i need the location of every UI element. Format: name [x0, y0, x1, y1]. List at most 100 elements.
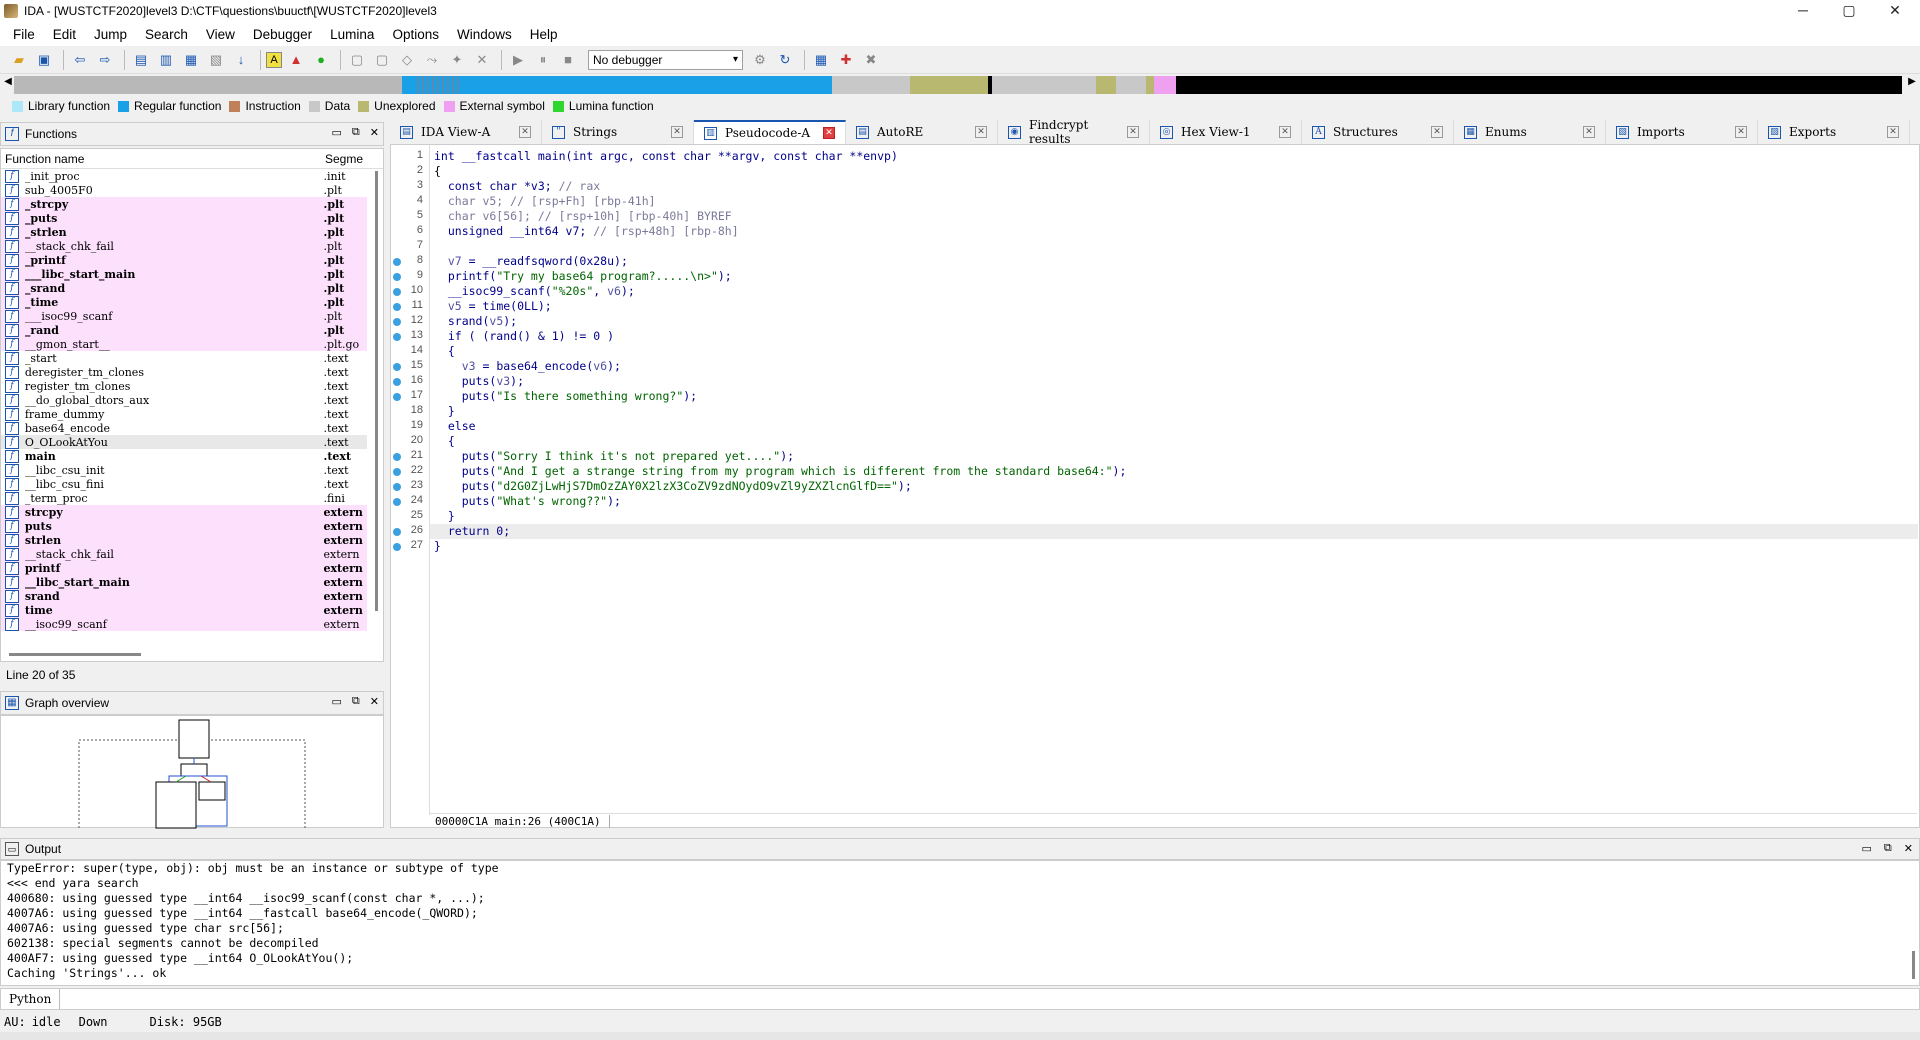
function-row[interactable]: f _puts .plt — [1, 211, 367, 225]
code-line[interactable]: { — [430, 344, 1918, 359]
tab-exports[interactable]: ▨ Exports ✕ — [1758, 120, 1910, 144]
mark-icon[interactable]: ▲ — [285, 49, 307, 71]
breakpoint-dot[interactable] — [393, 378, 401, 386]
pseudocode-view[interactable]: 1 2 3 4 5 6 7 8 9 10 11 12 13 14 15 16 17 18 19 20 21 22 23 24 2… — [390, 144, 1920, 828]
plugin-icon[interactable]: ▦ — [810, 49, 832, 71]
navigation-band[interactable]: ◀ ▶ — [0, 74, 1920, 96]
function-row[interactable]: f __gmon_start__ .plt.go — [1, 337, 367, 351]
menu-search[interactable]: Search — [136, 27, 197, 42]
function-row[interactable]: f _printf .plt — [1, 253, 367, 267]
graph-overview[interactable] — [0, 715, 384, 831]
code-line[interactable]: { — [430, 434, 1918, 449]
menu-jump[interactable]: Jump — [85, 27, 136, 42]
menu-windows[interactable]: Windows — [448, 27, 521, 42]
function-row[interactable]: f __do_global_dtors_aux .text — [1, 393, 367, 407]
back-icon[interactable]: ⇦ — [69, 49, 91, 71]
code-line[interactable]: } — [430, 509, 1918, 524]
function-row[interactable]: f time extern — [1, 603, 367, 617]
function-row[interactable]: f base64_encode .text — [1, 421, 367, 435]
function-row[interactable]: f srand extern — [1, 589, 367, 603]
nav-left-icon[interactable]: ◀ — [2, 76, 14, 87]
pane-close-icon[interactable]: ✕ — [370, 695, 379, 708]
function-row[interactable]: f __libc_start_main extern — [1, 575, 367, 589]
jump-down-icon[interactable]: ↓ — [230, 49, 252, 71]
pause-icon[interactable]: ⏸ — [532, 49, 554, 71]
tab-strings[interactable]: " Strings ✕ — [542, 120, 694, 144]
function-row[interactable]: f strlen extern — [1, 533, 367, 547]
function-row[interactable]: f main .text — [1, 449, 367, 463]
code-line[interactable]: char v5; // [rsp+Fh] [rbp-41h] — [430, 194, 1918, 209]
step-icon[interactable]: ⤳ — [421, 49, 443, 71]
debugger-select[interactable]: No debugger ▾ — [588, 49, 743, 70]
code-line[interactable]: const char *v3; // rax — [430, 179, 1918, 194]
tab-structures[interactable]: A Structures ✕ — [1302, 120, 1454, 144]
navigation-strip[interactable] — [14, 76, 1902, 94]
code-line[interactable]: v7 = __readfsqword(0x28u); — [430, 254, 1918, 269]
attach-icon[interactable]: ↻ — [774, 49, 796, 71]
function-row[interactable]: f ___isoc99_scanf .plt — [1, 309, 367, 323]
stop-icon[interactable]: ■ — [557, 49, 579, 71]
menu-options[interactable]: Options — [383, 27, 448, 42]
breakpoint-dot[interactable] — [393, 318, 401, 326]
code-line[interactable]: unsigned __int64 v7; // [rsp+48h] [rbp-8… — [430, 224, 1918, 239]
code-line[interactable]: puts("Is there something wrong?"); — [430, 389, 1918, 404]
functions-vscrollbar[interactable] — [373, 171, 381, 641]
tab-close-icon[interactable]: ✕ — [1127, 126, 1139, 138]
pane-maximize-icon[interactable]: ▭ — [332, 695, 342, 708]
tab-close-icon[interactable]: ✕ — [823, 127, 835, 139]
code-line[interactable] — [430, 239, 1918, 254]
forward-icon[interactable]: ⇨ — [94, 49, 116, 71]
lumina-icon[interactable]: ● — [310, 49, 332, 71]
breakpoint-dot[interactable] — [393, 543, 401, 551]
function-row[interactable]: f _strlen .plt — [1, 225, 367, 239]
breakpoint-dot[interactable] — [393, 303, 401, 311]
breakpoint-dot[interactable] — [393, 333, 401, 341]
tab-ida-view-a[interactable]: ▤ IDA View-A ✕ — [390, 120, 542, 144]
pane-maximize-icon[interactable]: ▭ — [1862, 842, 1872, 855]
tab-close-icon[interactable]: ✕ — [1887, 126, 1899, 138]
patch-icon[interactable]: ▢ — [371, 49, 393, 71]
menu-file[interactable]: File — [4, 27, 44, 42]
text-color-icon[interactable]: A — [266, 51, 282, 68]
function-row[interactable]: f _rand .plt — [1, 323, 367, 337]
code-line[interactable]: char v6[56]; // [rsp+10h] [rbp-40h] BYRE… — [430, 209, 1918, 224]
code-line[interactable]: srand(v5); — [430, 314, 1918, 329]
stop-trace-icon[interactable]: ✕ — [471, 49, 493, 71]
nav-right-icon[interactable]: ▶ — [1906, 76, 1918, 87]
tab-close-icon[interactable]: ✕ — [671, 126, 683, 138]
code-line[interactable]: puts("And I get a strange string from my… — [430, 464, 1918, 479]
pseudocode-text[interactable]: int __fastcall main(int argc, const char… — [429, 145, 1918, 815]
function-row[interactable]: f _time .plt — [1, 295, 367, 309]
pane-close-icon[interactable]: ✕ — [370, 126, 379, 139]
function-row[interactable]: f deregister_tm_clones .text — [1, 365, 367, 379]
tab-imports[interactable]: ▧ Imports ✕ — [1606, 120, 1758, 144]
function-row[interactable]: f _srand .plt — [1, 281, 367, 295]
code-line[interactable]: __isoc99_scanf("%20s", v6); — [430, 284, 1918, 299]
binary-search-icon[interactable]: ▤ — [130, 49, 152, 71]
column-function-name[interactable]: Function name — [1, 152, 323, 166]
code-line[interactable]: { — [430, 164, 1918, 179]
output-scrollbar[interactable] — [1912, 951, 1915, 979]
code-line[interactable]: puts("What's wrong??"); — [430, 494, 1918, 509]
pane-float-icon[interactable]: ⧉ — [352, 126, 360, 139]
search-immediate-icon[interactable]: ▧ — [205, 49, 227, 71]
save-icon[interactable]: ▣ — [33, 49, 55, 71]
tab-enums[interactable]: ▦ Enums ✕ — [1454, 120, 1606, 144]
tab-hex-view-1[interactable]: ◎ Hex View-1 ✕ — [1150, 120, 1302, 144]
breakpoint-dot[interactable] — [393, 498, 401, 506]
minimize-button[interactable]: ─ — [1780, 0, 1826, 22]
code-line[interactable]: else — [430, 419, 1918, 434]
column-segment[interactable]: Segme — [323, 152, 363, 166]
breakpoint-dot[interactable] — [393, 528, 401, 536]
search-next-icon[interactable]: ▦ — [180, 49, 202, 71]
debugger-options-icon[interactable]: ⚙ — [749, 49, 771, 71]
code-line[interactable]: int __fastcall main(int argc, const char… — [430, 149, 1918, 164]
breakpoint-dot[interactable] — [393, 483, 401, 491]
menu-debugger[interactable]: Debugger — [244, 27, 321, 42]
code-line[interactable]: puts("Sorry I think it's not prepared ye… — [430, 449, 1918, 464]
function-row[interactable]: f _term_proc .fini — [1, 491, 367, 505]
add-breakpoint-icon[interactable]: ✚ — [835, 49, 857, 71]
text-search-icon[interactable]: ▥ — [155, 49, 177, 71]
script-icon[interactable]: ▢ — [346, 49, 368, 71]
function-row[interactable]: f __stack_chk_fail .plt — [1, 239, 367, 253]
